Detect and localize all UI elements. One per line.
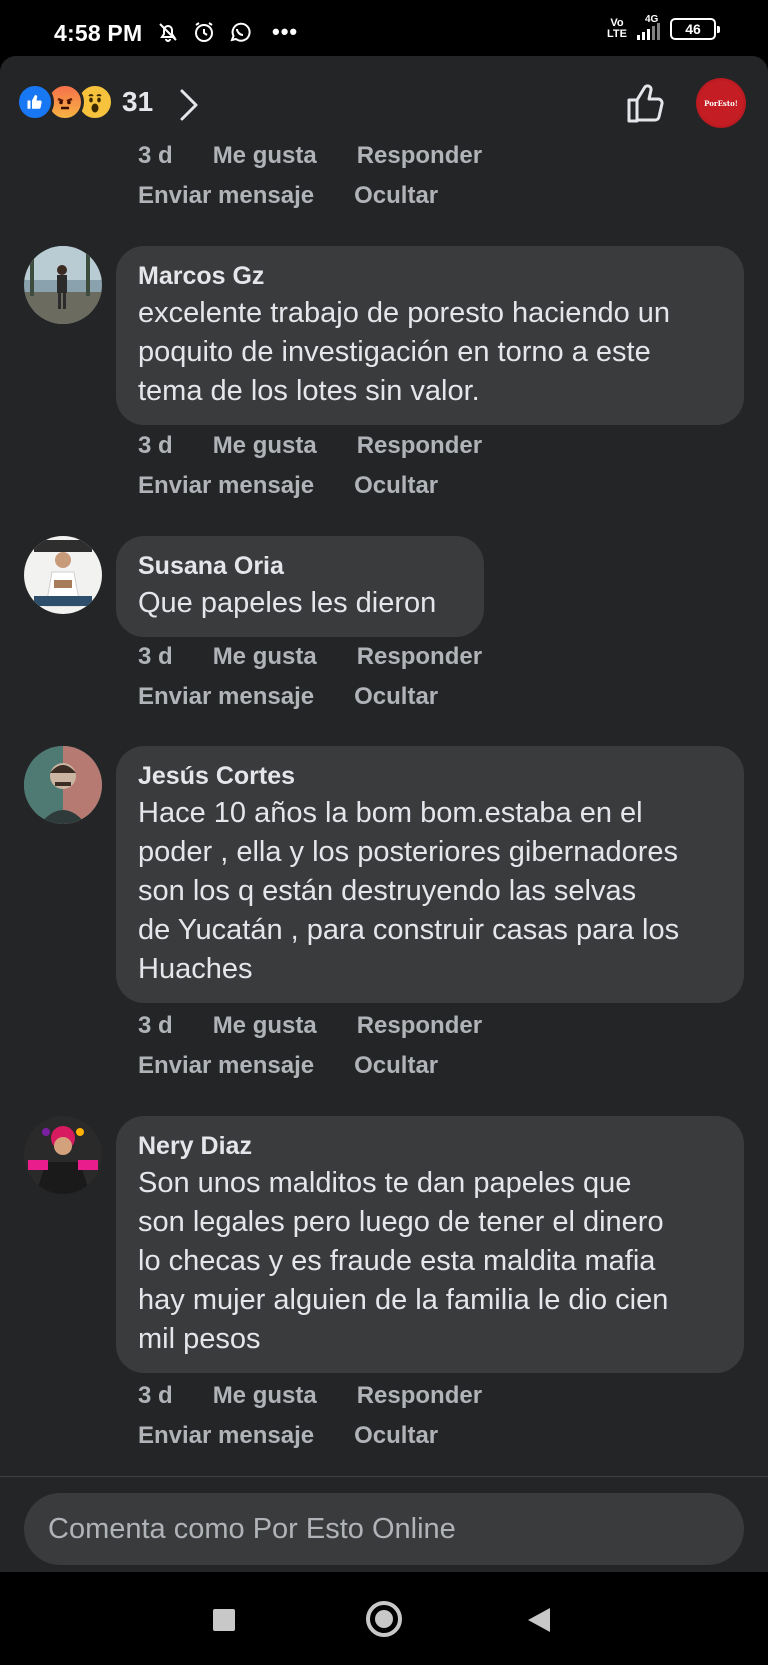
like-link[interactable]: Me gusta xyxy=(213,1376,317,1416)
comment-author[interactable]: Marcos Gz xyxy=(138,260,720,292)
comment-text: Hace 10 años la bom bom.estaba en el pod… xyxy=(138,797,680,985)
reactions-summary[interactable]: 31 xyxy=(16,83,153,121)
hide-link[interactable]: Ocultar xyxy=(354,1046,438,1086)
message-link[interactable]: Enviar mensaje xyxy=(138,1046,314,1086)
alarm-icon xyxy=(195,22,213,42)
comment-actions: 3 d Me gusta Responder Enviar mensaje Oc… xyxy=(138,637,522,717)
comment-bubble[interactable]: Nery Diaz Son unos malditos te dan papel… xyxy=(116,1116,744,1373)
comment-text: excelente trabajo de poresto haciendo un… xyxy=(138,297,671,407)
reply-link[interactable]: Responder xyxy=(357,637,482,677)
status-right: Vo LTE 4G 46 xyxy=(607,14,720,40)
whatsapp-icon xyxy=(230,22,251,42)
comment-time: 3 d xyxy=(138,432,173,459)
message-link[interactable]: Enviar mensaje xyxy=(138,466,314,506)
comments-panel: 31 PorEsto! 3 d Me gusta Responder Envia… xyxy=(0,56,768,1572)
comment-time: 3 d xyxy=(138,1012,173,1039)
like-icon xyxy=(16,83,54,121)
comment-input[interactable]: Comenta como Por Esto Online xyxy=(24,1493,744,1565)
avatar[interactable] xyxy=(24,1116,102,1194)
comment-author[interactable]: Nery Diaz xyxy=(138,1130,720,1162)
like-link[interactable]: Me gusta xyxy=(213,136,317,176)
reaction-bar: 31 PorEsto! xyxy=(0,56,768,144)
avatar[interactable] xyxy=(24,746,102,824)
back-button[interactable] xyxy=(528,1608,550,1632)
like-link[interactable]: Me gusta xyxy=(213,637,317,677)
comment-composer: Comenta como Por Esto Online xyxy=(0,1476,768,1572)
comment-bubble[interactable]: Marcos Gz excelente trabajo de poresto h… xyxy=(116,246,744,425)
hide-link[interactable]: Ocultar xyxy=(354,466,438,506)
hide-link[interactable]: Ocultar xyxy=(354,1416,438,1456)
comment-time: 3 d xyxy=(138,1382,173,1409)
recents-button[interactable] xyxy=(213,1609,235,1631)
comment-author[interactable]: Susana Oria xyxy=(138,550,460,582)
system-nav-bar xyxy=(0,1572,768,1665)
status-bar: 4:58 PM ••• Vo LTE 4G 46 xyxy=(0,0,768,56)
comment-bubble[interactable]: Jesús Cortes Hace 10 años la bom bom.est… xyxy=(116,746,744,1003)
status-icons: ••• xyxy=(156,20,298,44)
status-time: 4:58 PM xyxy=(54,20,143,46)
comment-bubble[interactable]: Susana Oria Que papeles les dieron xyxy=(116,536,484,637)
reply-link[interactable]: Responder xyxy=(357,136,482,176)
message-link[interactable]: Enviar mensaje xyxy=(138,176,314,216)
avatar[interactable] xyxy=(24,536,102,614)
message-link[interactable]: Enviar mensaje xyxy=(138,677,314,717)
home-button[interactable] xyxy=(366,1601,402,1637)
reply-link[interactable]: Responder xyxy=(357,1376,482,1416)
chevron-right-icon[interactable] xyxy=(178,88,200,122)
like-link[interactable]: Me gusta xyxy=(213,1006,317,1046)
comment-actions: 3 d Me gusta Responder Enviar mensaje Oc… xyxy=(138,426,522,506)
reaction-count: 31 xyxy=(122,86,154,117)
comment-time: 3 d xyxy=(138,142,173,169)
hide-link[interactable]: Ocultar xyxy=(354,677,438,717)
comment-actions: 3 d Me gusta Responder Enviar mensaje Oc… xyxy=(138,1376,522,1456)
page-avatar[interactable]: PorEsto! xyxy=(696,78,746,128)
page-avatar-logo: PorEsto! xyxy=(704,98,738,108)
notifications-off-icon xyxy=(159,23,177,42)
more-notifications-icon: ••• xyxy=(272,19,299,44)
comment-actions: 3 d Me gusta Responder Enviar mensaje Oc… xyxy=(138,136,522,216)
signal-icon: 4G xyxy=(637,14,660,40)
comment-actions: 3 d Me gusta Responder Enviar mensaje Oc… xyxy=(138,1006,522,1086)
message-link[interactable]: Enviar mensaje xyxy=(138,1416,314,1456)
volte-indicator: Vo LTE xyxy=(607,17,627,40)
comment-text: Son unos malditos te dan papeles que son… xyxy=(138,1167,669,1355)
like-link[interactable]: Me gusta xyxy=(213,426,317,466)
avatar[interactable] xyxy=(24,246,102,324)
battery-level: 46 xyxy=(685,21,701,37)
hide-link[interactable]: Ocultar xyxy=(354,176,438,216)
comment-text: Que papeles les dieron xyxy=(138,587,437,619)
battery-icon: 46 xyxy=(670,18,720,40)
reply-link[interactable]: Responder xyxy=(357,426,482,466)
comment-author[interactable]: Jesús Cortes xyxy=(138,760,720,792)
like-button-icon[interactable] xyxy=(626,82,670,124)
reply-link[interactable]: Responder xyxy=(357,1006,482,1046)
comment-time: 3 d xyxy=(138,643,173,670)
